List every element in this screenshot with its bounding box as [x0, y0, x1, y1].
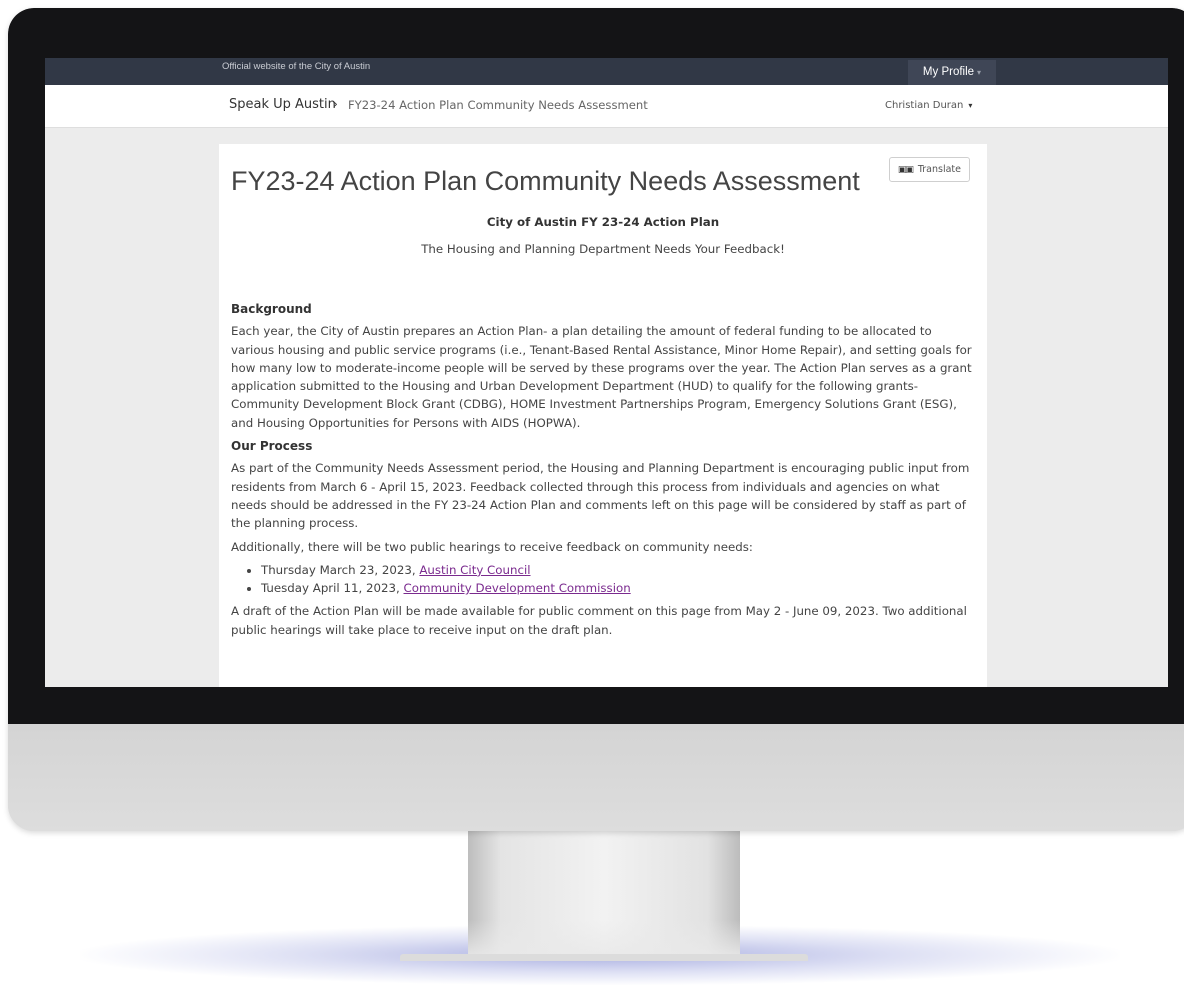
translate-icon: ▣▣: [897, 165, 914, 175]
my-profile-button[interactable]: My Profile ▾: [908, 60, 996, 85]
official-bar: Official website of the City of Austin M…: [45, 58, 1168, 85]
translate-button[interactable]: ▣▣ Translate: [888, 157, 970, 182]
hearing-date: Thursday March 23, 2023,: [261, 562, 420, 577]
chevron-down-icon: ▾: [968, 101, 973, 110]
screen: Official website of the City of Austin M…: [45, 58, 1168, 687]
navbar: Speak Up Austin › FY23-24 Action Plan Co…: [45, 85, 1168, 128]
monitor-stand: [468, 828, 740, 960]
page-subtitle: City of Austin FY 23-24 Action Plan: [486, 215, 720, 229]
project-card: ▣▣ Translate FY23-24 Action Plan Communi…: [219, 144, 987, 687]
list-item: Tuesday April 11, 2023, Community Develo…: [261, 579, 976, 597]
translate-label: Translate: [917, 164, 961, 175]
breadcrumb-current: FY23-24 Action Plan Community Needs Asse…: [348, 98, 648, 112]
page-title: FY23-24 Action Plan Community Needs Asse…: [231, 166, 860, 196]
hearings-intro: Additionally, there will be two public h…: [231, 539, 753, 554]
breadcrumb-separator-icon: ›: [333, 97, 338, 111]
process-heading: Our Process: [231, 439, 313, 454]
background-heading: Background: [231, 302, 312, 316]
user-name: Christian Duran: [885, 100, 964, 111]
list-item: Thursday March 23, 2023, Austin City Cou…: [261, 561, 976, 579]
process-paragraph: As part of the Community Needs Assessmen…: [231, 461, 970, 531]
chevron-down-icon: ▾: [977, 68, 982, 77]
breadcrumb-home-link[interactable]: Speak Up Austin: [229, 97, 336, 112]
monitor: Official website of the City of Austin M…: [8, 8, 1184, 831]
hearing-date: Tuesday April 11, 2023,: [261, 581, 404, 596]
page-tagline: The Housing and Planning Department Need…: [421, 242, 785, 256]
user-menu[interactable]: Christian Duran ▾: [885, 100, 972, 111]
background-paragraph: Each year, the City of Austin prepares a…: [231, 324, 972, 430]
austin-city-council-link[interactable]: Austin City Council: [419, 563, 530, 577]
hearings-list: Thursday March 23, 2023, Austin City Cou…: [231, 561, 976, 598]
project-description: Background Each year, the City of Austin…: [231, 300, 976, 644]
community-development-commission-link[interactable]: Community Development Commission: [404, 581, 631, 595]
draft-paragraph: A draft of the Action Plan will be made …: [231, 604, 967, 637]
official-website-text: Official website of the City of Austin: [222, 61, 371, 72]
monitor-chin: [8, 724, 1184, 831]
my-profile-label: My Profile: [922, 66, 975, 78]
monitor-base: [400, 954, 808, 961]
